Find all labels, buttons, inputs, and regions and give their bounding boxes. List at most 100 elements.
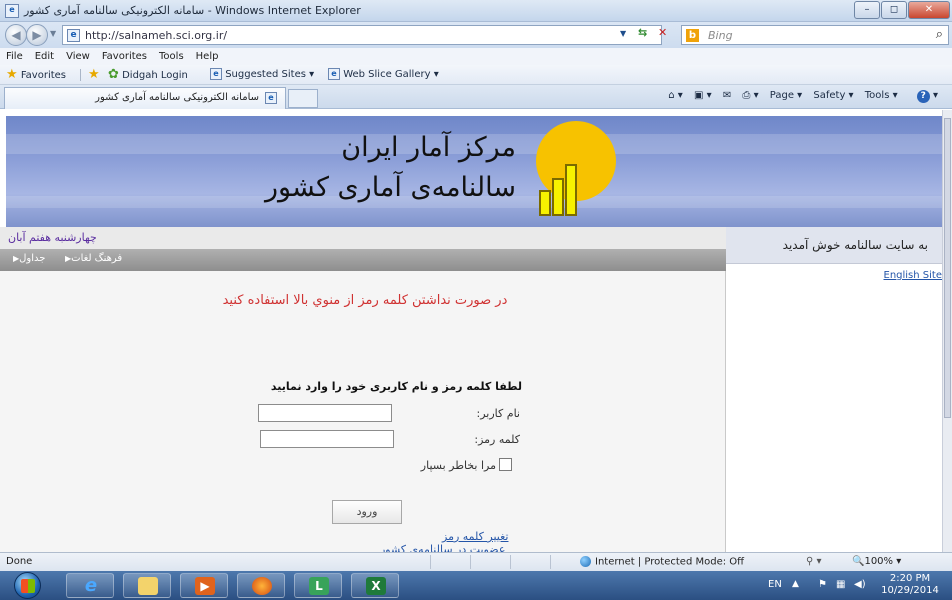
remember-me-checkbox[interactable] xyxy=(499,458,512,471)
favorite-web-slice-gallery[interactable]: e Web Slice Gallery ▾ xyxy=(328,68,439,82)
ie-icon: e xyxy=(84,575,98,596)
help-icon: ? xyxy=(916,90,930,103)
menu-edit[interactable]: Edit xyxy=(35,48,54,65)
security-zone[interactable]: Internet | Protected Mode: Off xyxy=(580,556,744,568)
maximize-button[interactable]: ◻ xyxy=(881,1,907,19)
url-text[interactable]: http://salnameh.sci.org.ir/ xyxy=(85,29,227,42)
refresh-icon[interactable]: ⇆ xyxy=(638,26,647,39)
bing-icon: b xyxy=(686,29,699,42)
nav-link-tables[interactable]: جداول▶ xyxy=(10,253,45,264)
action-center-icon[interactable]: ⚑ xyxy=(818,579,830,591)
current-date: چهارشنبه هفتم آبان xyxy=(8,231,97,244)
zoom-level[interactable]: 🔍100% ▾ xyxy=(852,556,901,567)
feeds-icon[interactable]: ▣ ▾ xyxy=(694,90,712,101)
banner-title-line2: سالنامه‌ی آماری کشور xyxy=(265,172,516,203)
favorites-label: Favorites xyxy=(20,70,67,81)
change-password-link[interactable]: تغییر کلمه رمز xyxy=(442,530,508,543)
start-button[interactable] xyxy=(14,572,41,599)
window-title-bar[interactable]: e سامانه الکترونیکی سالنامه آماری کشور -… xyxy=(0,0,952,22)
favorite-label: Suggested Sites ▾ xyxy=(225,69,315,80)
password-input[interactable] xyxy=(260,430,394,448)
taskbar-firefox[interactable] xyxy=(237,573,285,598)
ie-icon: e xyxy=(265,92,277,104)
username-label: نام کاربر: xyxy=(476,407,520,420)
favorites-bar: ★ Favorites ★ ✿ Didgah Login e Suggested… xyxy=(0,65,952,85)
forward-button[interactable]: ▶ xyxy=(26,24,48,46)
mail-icon[interactable]: ✉ xyxy=(723,90,731,101)
scrollbar-thumb[interactable] xyxy=(944,118,951,418)
menu-favorites[interactable]: Favorites xyxy=(102,48,147,65)
safety-menu[interactable]: Safety ▾ xyxy=(813,90,853,101)
username-input[interactable] xyxy=(258,404,392,422)
close-button[interactable]: ✕ xyxy=(908,1,950,19)
password-label: کلمه رمز: xyxy=(474,433,520,446)
separator xyxy=(470,555,471,569)
taskbar-app[interactable]: L xyxy=(294,573,342,598)
app-icon: L xyxy=(309,577,329,595)
search-input[interactable]: Bing xyxy=(708,29,733,42)
welcome-header: به سایت سالنامه خوش آمدید xyxy=(726,227,942,264)
network-icon[interactable]: ▦ xyxy=(836,579,848,591)
favorite-suggested-sites[interactable]: e Suggested Sites ▾ xyxy=(210,68,314,82)
status-bar: Done Internet | Protected Mode: Off ⚲ ▾ … xyxy=(0,552,952,571)
back-button[interactable]: ◀ xyxy=(5,24,27,46)
clock-date: 10/29/2014 xyxy=(881,585,939,596)
print-icon[interactable]: ⎙ ▾ xyxy=(742,90,758,101)
login-button[interactable]: ورود xyxy=(332,500,402,524)
page-menu[interactable]: Page ▾ xyxy=(770,90,802,101)
taskbar-media[interactable]: ▶ xyxy=(180,573,228,598)
remember-me-label: مرا بخاطر بسپار xyxy=(420,459,496,472)
vertical-scrollbar[interactable] xyxy=(942,110,952,552)
date-bar: چهارشنبه هفتم آبان xyxy=(0,227,726,249)
globe-icon xyxy=(580,556,591,567)
welcome-text: به سایت سالنامه خوش آمدید xyxy=(782,238,928,252)
excel-icon: X xyxy=(366,577,386,595)
menu-file[interactable]: File xyxy=(6,48,23,65)
url-dropdown-icon[interactable]: ▼ xyxy=(620,29,626,38)
folder-icon xyxy=(138,577,158,595)
banner-title-line1: مرکز آمار ایران xyxy=(341,132,516,163)
stop-icon[interactable]: ✕ xyxy=(658,26,667,39)
system-tray: EN ▲ ⚑ ▦ ◀) 2:20 PM 10/29/2014 xyxy=(760,571,952,600)
taskbar-explorer[interactable] xyxy=(123,573,171,598)
url-field[interactable]: e http://salnameh.sci.org.ir/ xyxy=(62,25,662,45)
search-icon[interactable]: ⌕ xyxy=(936,27,943,42)
nav-link-glossary[interactable]: فرهنگ لغات▶ xyxy=(62,253,122,264)
browser-tab[interactable]: سامانه الکترونیکی سالنامه آماری کشور e xyxy=(4,87,286,109)
history-dropdown-icon[interactable]: ▼ xyxy=(50,29,56,38)
register-link[interactable]: عضویت در سالنامه‌ی کشور xyxy=(380,543,505,552)
tools-menu[interactable]: Tools ▾ xyxy=(865,90,898,101)
favorites-button[interactable]: ★ Favorites xyxy=(6,68,66,83)
window-title: سامانه الکترونیکی سالنامه آماری کشور - W… xyxy=(24,4,361,17)
separator xyxy=(430,555,431,569)
home-icon[interactable]: ⌂ ▾ xyxy=(668,90,683,101)
separator xyxy=(550,555,551,569)
clock[interactable]: 2:20 PM 10/29/2014 xyxy=(880,573,940,597)
site-banner: مرکز آمار ایران سالنامه‌ی آماری کشور xyxy=(6,116,946,227)
ie-icon: e xyxy=(210,68,222,80)
english-site-link[interactable]: English Site xyxy=(884,270,943,281)
menu-bar: File Edit View Favorites Tools Help xyxy=(0,48,952,65)
media-player-icon: ▶ xyxy=(195,577,215,595)
protected-mode-icon[interactable]: ⚲ ▾ xyxy=(806,556,822,567)
show-hidden-icons[interactable]: ▲ xyxy=(792,579,799,589)
search-box[interactable]: b Bing ⌕ xyxy=(681,25,949,45)
menu-help[interactable]: Help xyxy=(196,48,219,65)
help-button[interactable]: ? ▾ xyxy=(909,90,938,103)
nav-link-label: جداول xyxy=(19,253,46,264)
page-content: مرکز آمار ایران سالنامه‌ی آماری کشور چها… xyxy=(0,110,952,552)
add-favorite-icon[interactable]: ★ xyxy=(88,68,100,83)
taskbar-excel[interactable]: X xyxy=(351,573,399,598)
separator xyxy=(80,69,81,81)
ie-icon: e xyxy=(5,4,19,18)
language-indicator[interactable]: EN xyxy=(768,579,782,590)
minimize-button[interactable]: – xyxy=(854,1,880,19)
favorite-didgah-login[interactable]: ✿ Didgah Login xyxy=(108,68,188,83)
windows-taskbar: e ▶ L X EN ▲ ⚑ ▦ ◀) 2:20 PM 10/29/2014 xyxy=(0,571,952,600)
menu-tools[interactable]: Tools xyxy=(159,48,184,65)
taskbar-ie[interactable]: e xyxy=(66,573,114,598)
volume-icon[interactable]: ◀) xyxy=(854,579,866,591)
menu-view[interactable]: View xyxy=(66,48,90,65)
no-password-warning: در صورت نداشتن کلمه رمز از منوي بالا است… xyxy=(222,293,508,308)
new-tab-button[interactable] xyxy=(288,89,318,108)
